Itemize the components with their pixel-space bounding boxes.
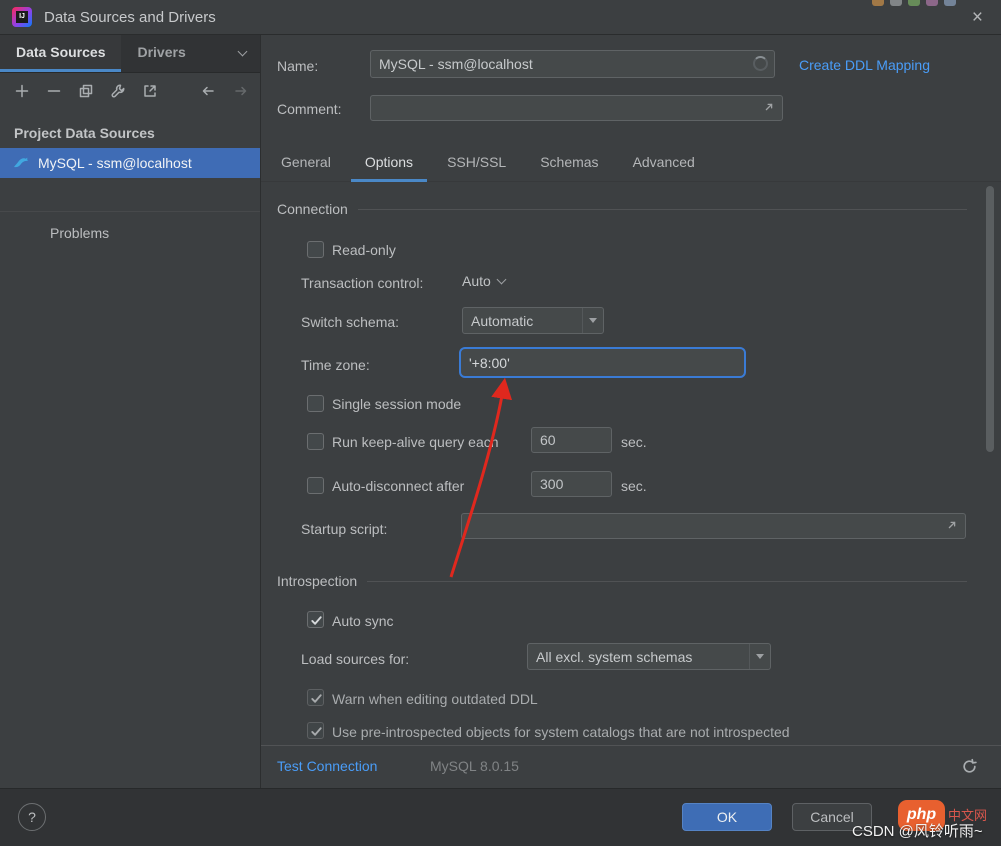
chevron-down-icon <box>496 275 506 285</box>
close-icon[interactable]: × <box>972 0 983 35</box>
expand-icon[interactable] <box>945 518 961 534</box>
load-sources-value: All excl. system schemas <box>536 649 692 665</box>
window-title: Data Sources and Drivers <box>44 0 216 35</box>
single-session-label: Single session mode <box>332 395 461 413</box>
comment-field-wrap <box>370 95 783 121</box>
name-label: Name: <box>277 57 318 75</box>
keep-alive-checkbox[interactable] <box>307 433 324 450</box>
switch-schema-value: Automatic <box>471 313 533 329</box>
ok-button[interactable]: OK <box>682 803 772 831</box>
datasource-item-mysql[interactable]: MySQL - ssm@localhost <box>0 148 260 178</box>
connection-section-header: Connection <box>277 201 967 217</box>
startup-script-input[interactable] <box>461 513 966 539</box>
help-button[interactable]: ? <box>18 803 46 831</box>
time-zone-field-wrap <box>459 347 746 378</box>
tab-options[interactable]: Options <box>351 145 427 182</box>
open-in-new-icon[interactable] <box>142 83 160 99</box>
tab-ssh-ssl[interactable]: SSH/SSL <box>433 145 520 182</box>
transaction-control-value: Auto <box>462 273 491 289</box>
auto-disconnect-unit: sec. <box>621 477 647 495</box>
combo-arrow-icon <box>582 308 603 333</box>
spinner-icon <box>753 56 768 71</box>
tab-general[interactable]: General <box>267 145 345 182</box>
back-arrow-icon[interactable] <box>200 83 218 99</box>
clipped-icons <box>872 0 956 6</box>
data-sources-dialog: IJ Data Sources and Drivers × Data Sourc… <box>0 0 1001 846</box>
remove-icon[interactable] <box>46 83 64 99</box>
combo-arrow-icon <box>749 644 770 669</box>
transaction-control-label: Transaction control: <box>301 274 423 292</box>
startup-script-field-wrap <box>461 513 966 539</box>
startup-script-label: Startup script: <box>301 520 387 538</box>
auto-disconnect-label: Auto-disconnect after <box>332 477 464 495</box>
wrench-icon[interactable] <box>110 83 128 99</box>
dialog-button-bar: ? OK Cancel <box>0 788 1001 846</box>
comment-label: Comment: <box>277 100 342 118</box>
keep-alive-label: Run keep-alive query each <box>332 433 499 451</box>
name-input[interactable] <box>370 50 775 78</box>
single-session-checkbox[interactable] <box>307 395 324 412</box>
auto-sync-checkbox[interactable] <box>307 611 324 628</box>
introspection-section-header: Introspection <box>277 573 967 589</box>
sidebar-toolbar <box>0 73 260 109</box>
auto-disconnect-field-wrap <box>531 471 612 497</box>
tab-drivers[interactable]: Drivers <box>121 35 201 72</box>
load-sources-label: Load sources for: <box>301 650 409 668</box>
tab-data-sources[interactable]: Data Sources <box>0 35 121 72</box>
forward-arrow-icon[interactable] <box>233 83 251 99</box>
read-only-label: Read-only <box>332 241 396 259</box>
project-data-sources-label: Project Data Sources <box>14 125 155 141</box>
switch-schema-select[interactable]: Automatic <box>462 307 604 334</box>
app-logo-icon: IJ <box>12 7 32 27</box>
warn-outdated-checkbox[interactable] <box>307 689 324 706</box>
test-connection-bar: Test Connection MySQL 8.0.15 <box>261 745 1001 788</box>
sidebar-divider <box>0 211 260 212</box>
settings-tabbar: General Options SSH/SSL Schemas Advanced <box>261 145 1001 182</box>
auto-disconnect-input[interactable] <box>531 471 612 497</box>
time-zone-label: Time zone: <box>301 356 370 374</box>
pre-introspected-checkbox[interactable] <box>307 722 324 739</box>
test-connection-link[interactable]: Test Connection <box>277 758 377 774</box>
tab-advanced[interactable]: Advanced <box>619 145 709 182</box>
warn-outdated-label: Warn when editing outdated DDL <box>332 690 538 708</box>
name-field-wrap <box>370 50 775 78</box>
auto-sync-label: Auto sync <box>332 612 393 630</box>
pre-introspected-label: Use pre-introspected objects for system … <box>332 723 790 741</box>
sidebar: Data Sources Drivers Project Da <box>0 35 261 846</box>
vertical-scrollbar[interactable] <box>986 186 994 452</box>
load-sources-select[interactable]: All excl. system schemas <box>527 643 771 670</box>
transaction-control-select[interactable]: Auto <box>462 273 505 289</box>
add-icon[interactable] <box>14 83 32 99</box>
keep-alive-input[interactable] <box>531 427 612 453</box>
titlebar: IJ Data Sources and Drivers × <box>0 0 1001 35</box>
tab-schemas[interactable]: Schemas <box>526 145 612 182</box>
copy-icon[interactable] <box>78 83 96 99</box>
read-only-checkbox[interactable] <box>307 241 324 258</box>
sidebar-item-problems[interactable]: Problems <box>50 225 109 241</box>
switch-schema-label: Switch schema: <box>301 313 399 331</box>
create-ddl-mapping-link[interactable]: Create DDL Mapping <box>799 57 930 73</box>
undo-icon[interactable] <box>961 758 979 776</box>
expand-icon[interactable] <box>762 100 778 116</box>
main-panel: Name: Create DDL Mapping Comment: Genera… <box>261 35 1001 745</box>
time-zone-input[interactable] <box>459 347 746 378</box>
csdn-watermark: CSDN @风铃听雨~ <box>852 820 983 841</box>
mysql-dolphin-icon <box>12 154 30 172</box>
datasource-item-label: MySQL - ssm@localhost <box>38 155 192 171</box>
keep-alive-unit: sec. <box>621 433 647 451</box>
keep-alive-field-wrap <box>531 427 612 453</box>
comment-input[interactable] <box>370 95 783 121</box>
sidebar-tabs: Data Sources Drivers <box>0 35 260 73</box>
tab-drivers-label: Drivers <box>137 35 185 70</box>
tab-data-sources-label: Data Sources <box>16 35 105 70</box>
driver-version-label: MySQL 8.0.15 <box>430 758 519 774</box>
chevron-down-icon[interactable] <box>238 47 248 57</box>
auto-disconnect-checkbox[interactable] <box>307 477 324 494</box>
